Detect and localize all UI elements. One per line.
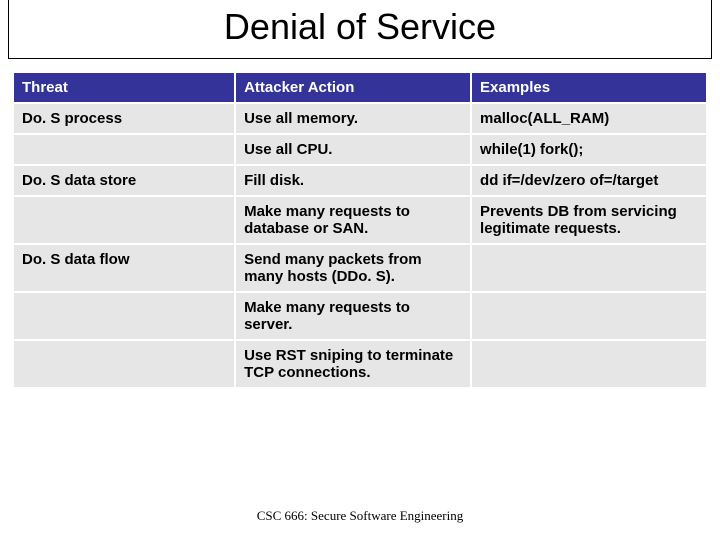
cell-threat: Do. S process (13, 103, 235, 134)
cell-example (471, 340, 707, 388)
col-header-action: Attacker Action (235, 72, 471, 103)
cell-threat (13, 134, 235, 165)
cell-threat: Do. S data flow (13, 244, 235, 292)
footer-text: CSC 666: Secure Software Engineering (0, 508, 720, 524)
page-title: Denial of Service (9, 6, 711, 48)
col-header-threat: Threat (13, 72, 235, 103)
cell-example: while(1) fork(); (471, 134, 707, 165)
table-row: Make many requests to server. (13, 292, 707, 340)
cell-threat: Do. S data store (13, 165, 235, 196)
table-row: Use all CPU. while(1) fork(); (13, 134, 707, 165)
cell-action: Use all CPU. (235, 134, 471, 165)
cell-action: Use RST sniping to terminate TCP connect… (235, 340, 471, 388)
table-row: Make many requests to database or SAN. P… (13, 196, 707, 244)
table-row: Do. S data store Fill disk. dd if=/dev/z… (13, 165, 707, 196)
cell-threat (13, 292, 235, 340)
cell-example (471, 292, 707, 340)
cell-action: Send many packets from many hosts (DDo. … (235, 244, 471, 292)
table-row: Use RST sniping to terminate TCP connect… (13, 340, 707, 388)
table-row: Do. S data flow Send many packets from m… (13, 244, 707, 292)
cell-example: malloc(ALL_RAM) (471, 103, 707, 134)
cell-threat (13, 340, 235, 388)
table-row: Do. S process Use all memory. malloc(ALL… (13, 103, 707, 134)
cell-action: Use all memory. (235, 103, 471, 134)
cell-example: dd if=/dev/zero of=/target (471, 165, 707, 196)
cell-example (471, 244, 707, 292)
table-header-row: Threat Attacker Action Examples (13, 72, 707, 103)
cell-action: Make many requests to server. (235, 292, 471, 340)
cell-example: Prevents DB from servicing legitimate re… (471, 196, 707, 244)
cell-threat (13, 196, 235, 244)
cell-action: Fill disk. (235, 165, 471, 196)
title-bar: Denial of Service (8, 0, 712, 59)
cell-action: Make many requests to database or SAN. (235, 196, 471, 244)
col-header-examples: Examples (471, 72, 707, 103)
dos-table: Threat Attacker Action Examples Do. S pr… (12, 71, 708, 389)
